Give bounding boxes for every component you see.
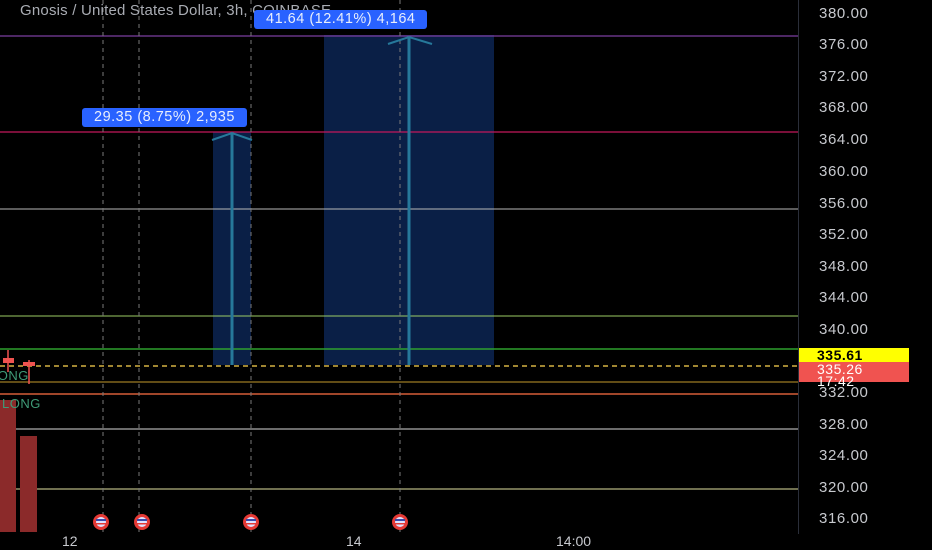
time-tick: 14 <box>346 533 362 549</box>
price-tick: 360.00 <box>819 163 869 180</box>
price-tick: 328.00 <box>819 416 869 433</box>
price-tick: 364.00 <box>819 131 869 148</box>
price-tick: 380.00 <box>819 5 869 22</box>
price-tick: 316.00 <box>819 510 869 527</box>
price-tick: 376.00 <box>819 36 869 53</box>
price-tick: 372.00 <box>819 68 869 85</box>
last-price-tag: 335.61 <box>799 348 909 362</box>
bar-countdown: 17:42 <box>817 373 855 389</box>
price-tick: 340.00 <box>819 321 869 338</box>
time-axis[interactable] <box>0 534 798 550</box>
current-price-tag: 335.26 17:42 <box>799 362 909 388</box>
price-tick: 344.00 <box>819 289 869 306</box>
us-flag-icon[interactable] <box>93 514 109 530</box>
candle-body <box>3 358 14 363</box>
price-tick: 352.00 <box>819 226 869 243</box>
measure-label-1: 29.35 (8.75%) 2,935 <box>82 108 247 127</box>
candle-body <box>23 362 35 366</box>
us-flag-icon[interactable] <box>134 514 150 530</box>
chart-area[interactable]: Gnosis / United States Dollar, 3h, COINB… <box>0 0 932 550</box>
price-tick: 324.00 <box>819 447 869 464</box>
price-tick: 348.00 <box>819 258 869 275</box>
time-tick: 14:00 <box>556 533 592 549</box>
time-tick: 12 <box>62 533 78 549</box>
us-flag-icon[interactable] <box>243 514 259 530</box>
measure-label-2: 41.64 (12.41%) 4,164 <box>254 10 428 29</box>
strategy-label: LONG <box>2 396 41 411</box>
chart-canvas[interactable] <box>0 0 932 550</box>
volume-bar <box>0 400 16 532</box>
price-tick: 356.00 <box>819 195 869 212</box>
volume-bar <box>20 436 37 532</box>
price-tick: 368.00 <box>819 99 869 116</box>
strategy-label: LONG <box>0 368 29 383</box>
us-flag-icon[interactable] <box>392 514 408 530</box>
price-tick: 320.00 <box>819 479 869 496</box>
